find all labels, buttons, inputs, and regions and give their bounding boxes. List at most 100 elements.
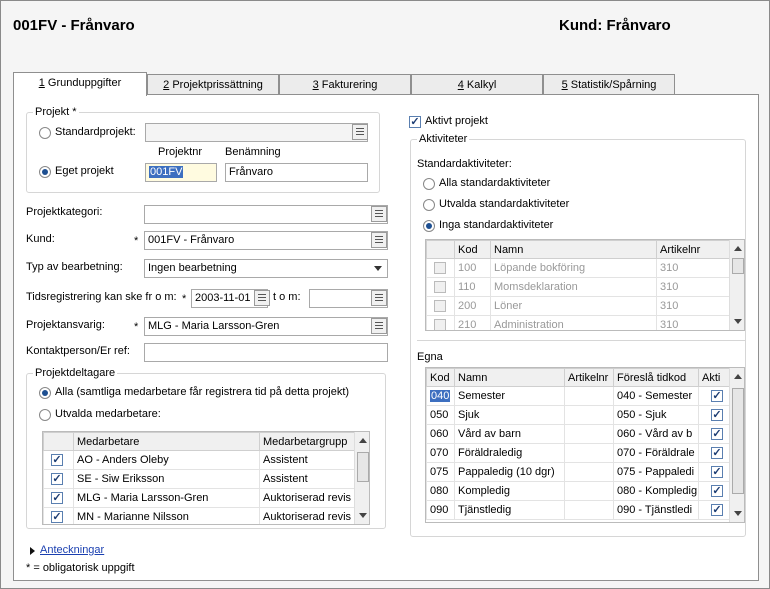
table-row[interactable]: ✓ MN - Marianne Nilsson Auktoriserad revis: [43, 507, 356, 524]
cell[interactable]: 060: [426, 424, 455, 444]
cell[interactable]: 080 - Kompledig: [613, 481, 699, 501]
column-header[interactable]: Kod: [454, 240, 491, 259]
column-header[interactable]: Kod: [426, 368, 455, 387]
table-row[interactable]: 060 Vård av barn 060 - Vård av b ✓: [426, 424, 731, 444]
cell[interactable]: 070 - Föräldrale: [613, 443, 699, 463]
aktivt-projekt-checkbox[interactable]: ✓: [409, 116, 421, 128]
column-header[interactable]: Akti: [698, 368, 731, 387]
tab-grunduppgifter[interactable]: 1 Grunduppgifter: [13, 72, 147, 96]
row-checkbox[interactable]: ✓: [51, 492, 63, 504]
tab-label: Grunduppgifter: [47, 77, 122, 89]
aktiv-checkbox[interactable]: ✓: [711, 466, 723, 478]
aktiv-checkbox[interactable]: ✓: [711, 428, 723, 440]
aktiv-checkbox[interactable]: ✓: [711, 447, 723, 459]
cell[interactable]: Kompledig: [454, 481, 565, 501]
cell[interactable]: [564, 500, 614, 520]
cell[interactable]: [564, 481, 614, 501]
projektnr-input[interactable]: 001FV: [145, 163, 217, 182]
aktiv-checkbox[interactable]: ✓: [711, 409, 723, 421]
alla-std-radio[interactable]: [423, 178, 435, 190]
aktiv-checkbox[interactable]: ✓: [711, 504, 723, 516]
chevron-down-icon: [374, 266, 382, 271]
cell[interactable]: 050 - Sjuk: [613, 405, 699, 425]
kund-input[interactable]: 001FV - Frånvaro: [144, 231, 388, 250]
aktiv-checkbox[interactable]: ✓: [711, 390, 723, 402]
row-checkbox[interactable]: ✓: [51, 454, 63, 466]
cell[interactable]: 050: [426, 405, 455, 425]
benamning-input[interactable]: Frånvaro: [225, 163, 368, 182]
cell[interactable]: Pappaledig (10 dgr): [454, 462, 565, 482]
table-row[interactable]: 070 Föräldraledig 070 - Föräldrale ✓: [426, 443, 731, 463]
calendar-icon[interactable]: [371, 290, 387, 306]
lookup-icon[interactable]: [371, 318, 387, 334]
cell: 200: [454, 296, 491, 316]
cell[interactable]: 075: [426, 462, 455, 482]
utvalda-std-label: Utvalda standardaktiviteter: [439, 198, 570, 210]
anteckningar-link[interactable]: Anteckningar: [40, 544, 104, 556]
table-row[interactable]: 080 Kompledig 080 - Kompledig ✓: [426, 481, 731, 501]
tab-fakturering[interactable]: 3 Fakturering: [279, 74, 411, 95]
scrollbar[interactable]: [729, 368, 744, 522]
column-header[interactable]: Artikelnr: [564, 368, 614, 387]
inga-std-radio[interactable]: [423, 220, 435, 232]
row-checkbox[interactable]: ✓: [51, 511, 63, 523]
cell[interactable]: 080: [426, 481, 455, 501]
tab-projektprissattning[interactable]: 2 Projektprissättning: [147, 74, 279, 95]
cell[interactable]: 090: [426, 500, 455, 520]
table-row[interactable]: 050 Sjuk 050 - Sjuk ✓: [426, 405, 731, 425]
scrollbar[interactable]: [729, 240, 744, 330]
utvalda-radio[interactable]: [39, 409, 51, 421]
tab-kalkyl[interactable]: 4 Kalkyl: [411, 74, 543, 95]
cell[interactable]: Vård av barn: [454, 424, 565, 444]
standardprojekt-radio[interactable]: [39, 127, 51, 139]
column-header[interactable]: Föreslå tidkod: [613, 368, 699, 387]
table-row[interactable]: 040 Semester 040 - Semester ✓: [426, 386, 731, 406]
lookup-icon[interactable]: [352, 124, 368, 140]
cell[interactable]: Tjänstledig: [454, 500, 565, 520]
cell[interactable]: Sjuk: [454, 405, 565, 425]
column-header[interactable]: Medarbetargrupp: [259, 432, 356, 451]
standardprojekt-field[interactable]: [145, 123, 368, 142]
scrollbar[interactable]: [354, 432, 369, 524]
cell[interactable]: [564, 405, 614, 425]
calendar-icon[interactable]: [254, 290, 270, 306]
aktiv-checkbox[interactable]: ✓: [711, 485, 723, 497]
cell[interactable]: 040 - Semester: [613, 386, 699, 406]
cell[interactable]: [564, 424, 614, 444]
cell[interactable]: Semester: [454, 386, 565, 406]
cell[interactable]: 075 - Pappaledi: [613, 462, 699, 482]
cell[interactable]: [564, 462, 614, 482]
table-row[interactable]: ✓ MLG - Maria Larsson-Gren Auktoriserad re…: [43, 488, 356, 508]
column-header[interactable]: Namn: [490, 240, 657, 259]
column-header[interactable]: Medarbetare: [73, 432, 260, 451]
tid-label: Tidsregistrering kan ske fr o m:: [26, 291, 177, 303]
kontakt-input[interactable]: [144, 343, 388, 362]
column-header[interactable]: [43, 432, 74, 451]
cell[interactable]: [564, 386, 614, 406]
cell[interactable]: Föräldraledig: [454, 443, 565, 463]
typ-select[interactable]: Ingen bearbetning: [144, 259, 388, 278]
table-row[interactable]: 090 Tjänstledig 090 - Tjänstledi ✓: [426, 500, 731, 520]
expand-triangle-icon[interactable]: [30, 547, 35, 555]
eget-projekt-radio[interactable]: [39, 166, 51, 178]
alla-radio[interactable]: [39, 387, 51, 399]
column-header[interactable]: Artikelnr: [656, 240, 731, 259]
lookup-icon[interactable]: [371, 206, 387, 222]
tab-statistik[interactable]: 5 Statistik/Spårning: [543, 74, 675, 95]
column-header[interactable]: Namn: [454, 368, 565, 387]
table-row[interactable]: ✓ SE - Siw Eriksson Assistent: [43, 469, 356, 489]
table-row: 100 Löpande bokföring 310: [426, 258, 731, 278]
cell[interactable]: 090 - Tjänstledi: [613, 500, 699, 520]
table-row[interactable]: ✓ AO - Anders Oleby Assistent: [43, 450, 356, 470]
row-checkbox[interactable]: ✓: [51, 473, 63, 485]
kategori-input[interactable]: [144, 205, 388, 224]
utvalda-std-radio[interactable]: [423, 199, 435, 211]
table-row[interactable]: 075 Pappaledig (10 dgr) 075 - Pappaledi ✓: [426, 462, 731, 482]
cell[interactable]: 070: [426, 443, 455, 463]
column-header[interactable]: [426, 240, 455, 259]
cell[interactable]: [564, 443, 614, 463]
ansvarig-input[interactable]: MLG - Maria Larsson-Gren: [144, 317, 388, 336]
lookup-icon[interactable]: [371, 232, 387, 248]
cell[interactable]: 060 - Vård av b: [613, 424, 699, 444]
cell[interactable]: 040: [426, 386, 455, 406]
